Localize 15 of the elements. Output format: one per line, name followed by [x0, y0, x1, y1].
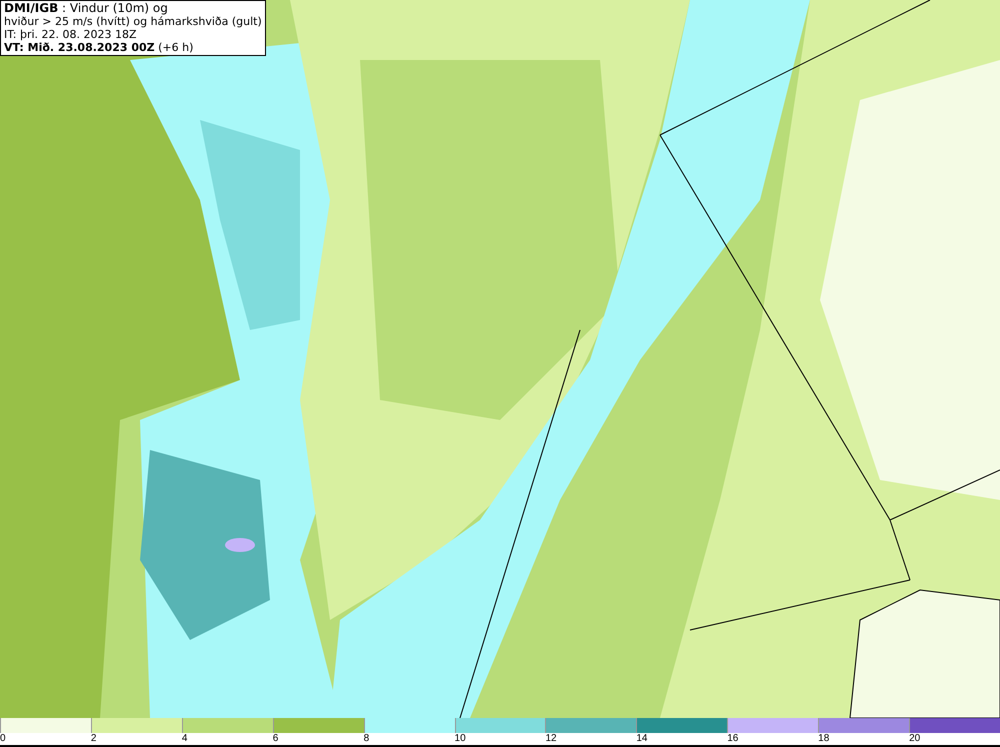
title-line: hviður > 25 m/s (hvítt) og hámarkshviða (gult)	[4, 15, 262, 28]
tick-label: 12	[545, 733, 557, 745]
tick-label: 2	[90, 733, 96, 745]
tick-label: 14	[636, 733, 648, 745]
title-line: DMI/IGB : Vindur (10m) og	[4, 2, 169, 15]
tick-label: 10	[454, 733, 466, 745]
tick-label: 18	[818, 733, 830, 745]
tick-label: 0	[0, 733, 6, 745]
tick-label: 16	[727, 733, 738, 745]
title-line: VT: Mið. 23.08.2023 00Z (+6 h)	[4, 41, 194, 54]
title-line: IT: þri. 22. 08. 2023 18Z	[4, 28, 138, 41]
tick-label: 4	[182, 733, 188, 745]
tick-label: 6	[272, 733, 278, 745]
tick-label: 20	[909, 733, 920, 745]
tick-label: 8	[364, 733, 370, 745]
